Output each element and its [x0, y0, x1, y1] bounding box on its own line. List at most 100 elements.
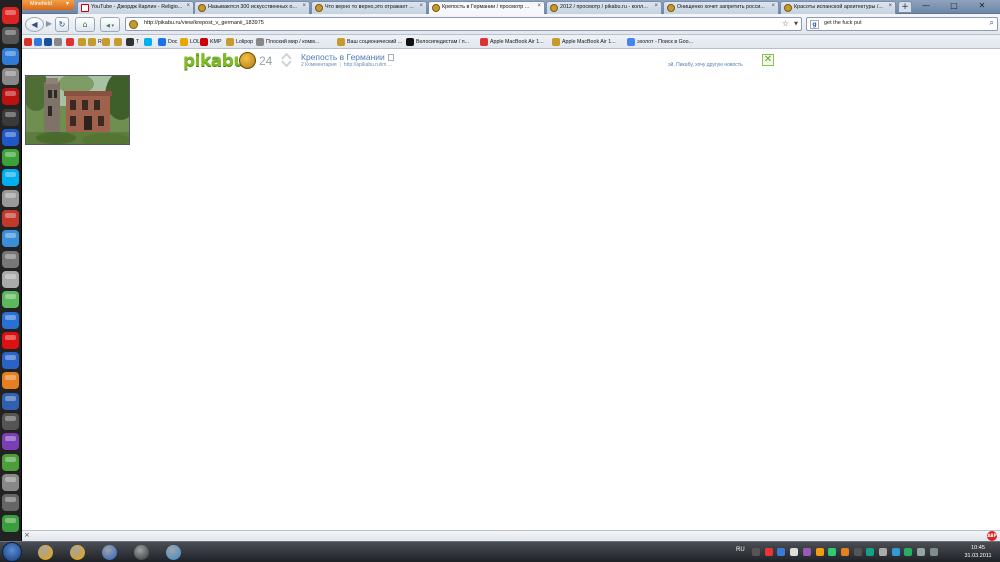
tray-app-icon[interactable]: [891, 548, 900, 556]
close-tab-icon[interactable]: ×: [419, 3, 423, 9]
tray-app-icon[interactable]: [853, 548, 862, 556]
url-text[interactable]: http://pikabu.ru/view/krepost_v_germanii…: [144, 20, 264, 26]
address-bar[interactable]: http://pikabu.ru/view/krepost_v_germanii…: [125, 17, 802, 31]
bookmark-item[interactable]: Ваш соционический ...: [337, 37, 402, 47]
tray-app-icon[interactable]: [752, 548, 760, 556]
search-bar[interactable]: g get the fuck put ⌕: [806, 17, 998, 31]
language-indicator[interactable]: RU: [736, 547, 745, 553]
bookmark-item[interactable]: Apple MacBook Air 1...: [480, 37, 544, 47]
game99-icon[interactable]: [1, 412, 20, 431]
itunes-icon[interactable]: [1, 229, 20, 248]
close-tab-icon[interactable]: ×: [888, 3, 892, 9]
vote-arrows[interactable]: [281, 52, 292, 68]
bookmark-item[interactable]: R: [88, 37, 102, 47]
bookmark-star-icon[interactable]: ☆: [782, 19, 789, 28]
history-button[interactable]: ◀ ▾: [100, 17, 120, 32]
comments-link[interactable]: 2 Комментария: [301, 62, 337, 68]
close-addon-bar-button[interactable]: ×: [24, 531, 30, 539]
browser-tab[interactable]: YouTube - Джордж Карлин - Religio... ×: [77, 1, 194, 14]
m-app-icon[interactable]: [1, 189, 20, 208]
bookmark-item[interactable]: [78, 37, 88, 47]
minimize-button[interactable]: —: [916, 1, 936, 12]
bookmark-item[interactable]: LOL: [180, 37, 200, 47]
close-tab-icon[interactable]: ×: [654, 3, 658, 9]
maximize-button[interactable]: □: [944, 1, 964, 12]
close-tab-icon[interactable]: ×: [302, 3, 306, 9]
bookmark-item[interactable]: [34, 37, 44, 47]
browser-tab[interactable]: Что верно то верно,это отражает ... ×: [311, 1, 427, 14]
l-app-icon[interactable]: [1, 371, 20, 390]
bookmark-item[interactable]: KMP: [200, 37, 221, 47]
aimp-icon[interactable]: [32, 543, 60, 562]
utorrent-icon[interactable]: [1, 148, 20, 167]
google-search-engine-icon[interactable]: g: [810, 20, 819, 29]
bookmark-item[interactable]: T: [126, 37, 139, 47]
browser-tab[interactable]: Красоты испанской архитектуры /... ×: [780, 1, 896, 14]
tray-app-icon[interactable]: [866, 548, 875, 556]
post-title-link[interactable]: Крепость в Германии: [301, 52, 394, 62]
bookmark-item[interactable]: Плоский мир / комм...: [256, 37, 319, 47]
tray-app-icon[interactable]: [929, 548, 938, 556]
close-tab-icon[interactable]: ×: [537, 3, 541, 9]
globe-icon[interactable]: [1, 351, 20, 370]
reload-button[interactable]: ↻: [55, 17, 69, 32]
fun-icon[interactable]: [1, 250, 20, 269]
app-menu-button[interactable]: Minefield ▼: [22, 0, 74, 10]
close-tab-icon[interactable]: ×: [186, 3, 190, 9]
tray-app-icon[interactable]: [904, 548, 913, 556]
post-image[interactable]: [25, 75, 130, 145]
cpuz-icon[interactable]: [1, 432, 20, 451]
forward-button[interactable]: ▶: [42, 17, 56, 32]
pc-icon[interactable]: [1, 26, 20, 45]
itunes-icon[interactable]: [160, 543, 188, 562]
bookmark-item[interactable]: [44, 37, 54, 47]
search-input[interactable]: get the fuck put: [824, 20, 862, 26]
tray-app-icon[interactable]: [815, 548, 824, 556]
close-window-button[interactable]: ✕: [972, 1, 992, 12]
adblock-icon[interactable]: ABP: [987, 531, 997, 541]
hd-icon[interactable]: [1, 311, 20, 330]
tray-app-icon[interactable]: [917, 548, 926, 556]
tray-app-icon[interactable]: [802, 548, 811, 556]
browser-tab[interactable]: Онищенко хочет запретить росси... ×: [663, 1, 779, 14]
tray-app-icon[interactable]: [777, 548, 786, 556]
disc-icon[interactable]: [1, 270, 20, 289]
home-button[interactable]: ⌂: [75, 17, 95, 32]
tray-app-icon[interactable]: [879, 548, 887, 556]
block-icon[interactable]: [1, 6, 20, 25]
game-icon[interactable]: [1, 67, 20, 86]
bookmark-item[interactable]: [66, 37, 76, 47]
tray-app-icon[interactable]: [828, 548, 837, 556]
search-icon[interactable]: ⌕: [990, 18, 994, 28]
start-button[interactable]: [2, 542, 22, 562]
tray-app-icon[interactable]: [790, 548, 799, 556]
browser-tab[interactable]: Крепость в Германии / просмотр ... ×: [428, 1, 545, 15]
clock[interactable]: 10:45 31.03.2011: [960, 544, 996, 560]
tower-icon[interactable]: [1, 473, 20, 492]
firefox-icon[interactable]: [96, 543, 124, 562]
bookmark-item[interactable]: Велосипедистам / п...: [406, 37, 469, 47]
vote-arrows-icon[interactable]: [281, 52, 292, 68]
bookmark-item[interactable]: Apple MacBook Air 1...: [552, 37, 616, 47]
close-frame-button[interactable]: ✕: [762, 54, 774, 66]
bookmark-item[interactable]: [102, 37, 112, 47]
bookmark-item[interactable]: [54, 37, 64, 47]
source-link[interactable]: http://apikabu.ru/im ...: [344, 62, 392, 68]
64-icon[interactable]: [1, 209, 20, 228]
pikabu-logo[interactable]: pikabu: [183, 51, 257, 71]
bookmark-item[interactable]: Doc: [158, 37, 177, 47]
bookmark-item[interactable]: эхолот - Поиск в Goo...: [627, 37, 693, 47]
camera-icon[interactable]: [1, 493, 20, 512]
l2-app-icon[interactable]: [1, 392, 20, 411]
bookmark-item[interactable]: Lolipop: [226, 37, 253, 47]
green-app-icon[interactable]: [1, 514, 20, 533]
ie-logo-icon[interactable]: [1, 47, 20, 66]
bookmark-item[interactable]: [144, 37, 154, 47]
leaf-icon[interactable]: [1, 290, 20, 309]
bookmark-item[interactable]: [114, 37, 124, 47]
browser-tab[interactable]: 2012 / просмотр / pikabu.ru - колл... ×: [546, 1, 662, 14]
url-dropdown-icon[interactable]: ▼: [794, 21, 798, 27]
tray-app-icon[interactable]: [840, 548, 849, 556]
assassin-icon[interactable]: [128, 543, 156, 562]
skype-icon[interactable]: [1, 168, 20, 187]
